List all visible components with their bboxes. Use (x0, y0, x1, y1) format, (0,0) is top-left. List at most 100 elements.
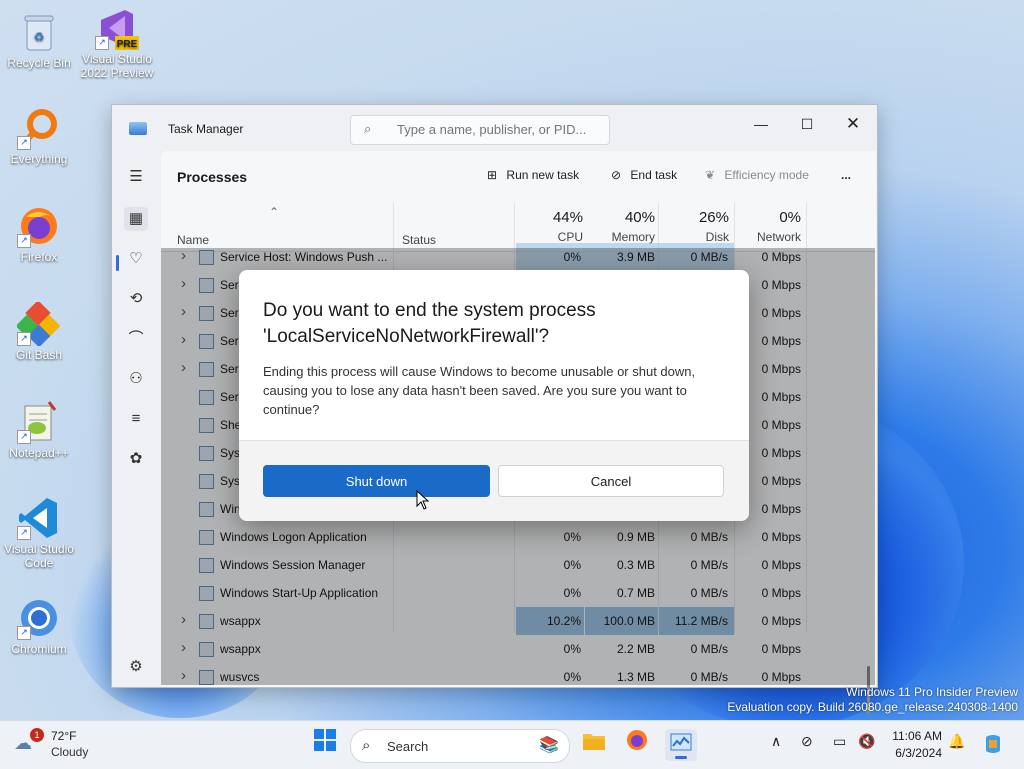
clock-time: 11:06 AM (892, 729, 942, 743)
shortcut-arrow-icon: ↗ (17, 332, 31, 346)
efficiency-mode-button[interactable]: ❦ Efficiency mode (705, 168, 809, 182)
minimize-button[interactable]: — (738, 109, 784, 139)
folder-icon (583, 734, 605, 750)
end-process-dialog: Do you want to end the system process 'L… (239, 270, 749, 521)
desktop-icon-visual-studio[interactable]: PRE ↗ Visual Studio 2022 Preview (78, 6, 156, 80)
more-options-button[interactable]: ... (841, 168, 851, 182)
pre-badge: PRE (117, 39, 138, 50)
maximize-button[interactable]: ☐ (784, 109, 830, 139)
git-bash-icon: ↗ (17, 302, 61, 346)
cpu-percent: 44% (552, 209, 583, 226)
nav-selection-indicator (116, 255, 119, 271)
shortcut-arrow-icon: ↗ (17, 234, 31, 248)
app-history-nav-icon[interactable]: ⟲ (124, 287, 148, 311)
active-indicator (675, 756, 687, 759)
memory-label: Memory (611, 230, 655, 244)
task-manager-taskbar-button[interactable] (665, 729, 697, 761)
evaluation-watermark: Windows 11 Pro Insider Preview Evaluatio… (727, 685, 1018, 715)
desktop-icon-label: Chromium (11, 642, 67, 656)
desktop-icon-firefox[interactable]: ↗ Firefox (0, 204, 78, 264)
sidebar: ☰ ▦ ♡ ⟲ ⌒ ⚇ ≡ ✿ ⚙ (112, 151, 160, 687)
page-title: Processes (177, 169, 248, 185)
end-task-icon: ⊘ (611, 168, 622, 182)
notification-bell-icon[interactable]: 🔔 (948, 733, 965, 750)
performance-nav-icon[interactable]: ♡ (124, 247, 148, 271)
shortcut-arrow-icon: ↗ (17, 136, 31, 150)
search-input[interactable] (395, 121, 599, 138)
close-button[interactable]: ✕ (830, 109, 876, 139)
magnifier-icon: ↗ (17, 106, 61, 150)
startup-apps-nav-icon[interactable]: ⌒ (124, 327, 148, 351)
dialog-title: Do you want to end the system process 'L… (263, 300, 596, 347)
desktop-icon-vscode[interactable]: ↗ Visual Studio Code (0, 496, 78, 570)
window-title: Task Manager (168, 122, 244, 136)
disk-label: Disk (705, 230, 729, 244)
desktop-icon-chromium[interactable]: ↗ Chromium (0, 596, 78, 656)
network-percent: 0% (779, 209, 801, 226)
taskbar: ☁ 1 72°F Cloudy ⌕ Search 📚 ∧ ⊘ ▭ 🔇 11:06… (0, 720, 1024, 769)
cancel-button[interactable]: Cancel (498, 465, 724, 497)
desktop-icon-label: Visual Studio Code (4, 542, 74, 570)
shut-down-button[interactable]: Shut down (263, 465, 490, 497)
visual-studio-icon: PRE ↗ (95, 6, 139, 50)
memory-percent: 40% (624, 209, 655, 226)
recycle-bin-icon: ♻ (17, 10, 61, 54)
desktop-icon-label: Recycle Bin (7, 56, 71, 70)
system-clock[interactable]: 11:06 AM 6/3/2024 (878, 728, 942, 762)
run-task-icon: ⊞ (487, 168, 498, 182)
vscode-icon: ↗ (17, 496, 61, 540)
details-nav-icon[interactable]: ≡ (124, 407, 148, 431)
hamburger-menu-icon[interactable]: ☰ (124, 165, 148, 189)
show-hidden-icons-chevron-icon[interactable]: ∧ (771, 733, 781, 750)
task-manager-icon (670, 733, 692, 751)
file-explorer-button[interactable] (578, 729, 610, 761)
weather-temperature: 72°F (51, 729, 77, 743)
start-button[interactable] (309, 729, 341, 761)
desktop-icon-label: Notepad++ (9, 446, 69, 460)
desktop-icon-label: Visual Studio 2022 Preview (80, 52, 154, 80)
firefox-icon (627, 730, 647, 750)
dialog-message: Ending this process will cause Windows t… (263, 364, 696, 417)
network-offline-icon[interactable]: ⊘ (801, 733, 813, 750)
weather-condition: Cloudy (51, 745, 89, 759)
firefox-icon: ↗ (17, 204, 61, 248)
shortcut-arrow-icon: ↗ (17, 430, 31, 444)
display-icon[interactable]: ▭ (833, 733, 846, 750)
watermark-line-2: Evaluation copy. Build 26080.ge_release.… (727, 700, 1018, 714)
services-nav-icon[interactable]: ✿ (124, 447, 148, 471)
search-box[interactable]: ⌕ (350, 115, 610, 145)
shortcut-arrow-icon: ↗ (95, 36, 109, 50)
disk-percent: 26% (698, 209, 729, 226)
processes-nav-icon[interactable]: ▦ (124, 207, 148, 231)
watermark-line-1: Windows 11 Pro Insider Preview (846, 685, 1018, 699)
shortcut-arrow-icon: ↗ (17, 626, 31, 640)
end-task-button[interactable]: ⊘ End task (611, 168, 677, 182)
desktop-icon-notepad-plus[interactable]: ↗ Notepad++ (0, 400, 78, 460)
notification-badge: 1 (30, 728, 44, 742)
desktop-icon-label: Git Bash (15, 348, 63, 362)
windows-logo-icon (314, 729, 336, 751)
search-icon: ⌕ (364, 121, 372, 136)
dialog-footer: Shut down Cancel (239, 440, 749, 521)
network-label: Network (756, 230, 801, 244)
settings-gear-icon[interactable]: ⚙ (124, 655, 148, 679)
shortcut-arrow-icon: ↗ (17, 526, 31, 540)
svg-text:♻: ♻ (34, 30, 45, 44)
copilot-icon[interactable] (982, 733, 1004, 758)
volume-muted-icon[interactable]: 🔇 (858, 733, 875, 750)
desktop-icon-recycle-bin[interactable]: ♻ Recycle Bin (0, 10, 78, 70)
end-task-label: End task (630, 168, 678, 182)
cpu-label: CPU (557, 230, 583, 244)
chromium-icon: ↗ (17, 596, 61, 640)
task-manager-logo-icon (129, 122, 147, 135)
taskbar-search-label: Search (387, 739, 429, 754)
desktop-icon-everything[interactable]: ↗ Everything (0, 106, 78, 166)
search-highlight-icon: 📚 (539, 737, 559, 754)
leaf-icon: ❦ (705, 168, 716, 182)
notepad-icon: ↗ (17, 400, 61, 444)
users-nav-icon[interactable]: ⚇ (124, 367, 148, 391)
desktop-icon-git-bash[interactable]: ↗ Git Bash (0, 302, 78, 362)
run-new-task-button[interactable]: ⊞ Run new task (487, 168, 579, 182)
firefox-taskbar-button[interactable] (621, 729, 653, 761)
taskbar-search[interactable]: ⌕ Search 📚 (350, 729, 570, 763)
